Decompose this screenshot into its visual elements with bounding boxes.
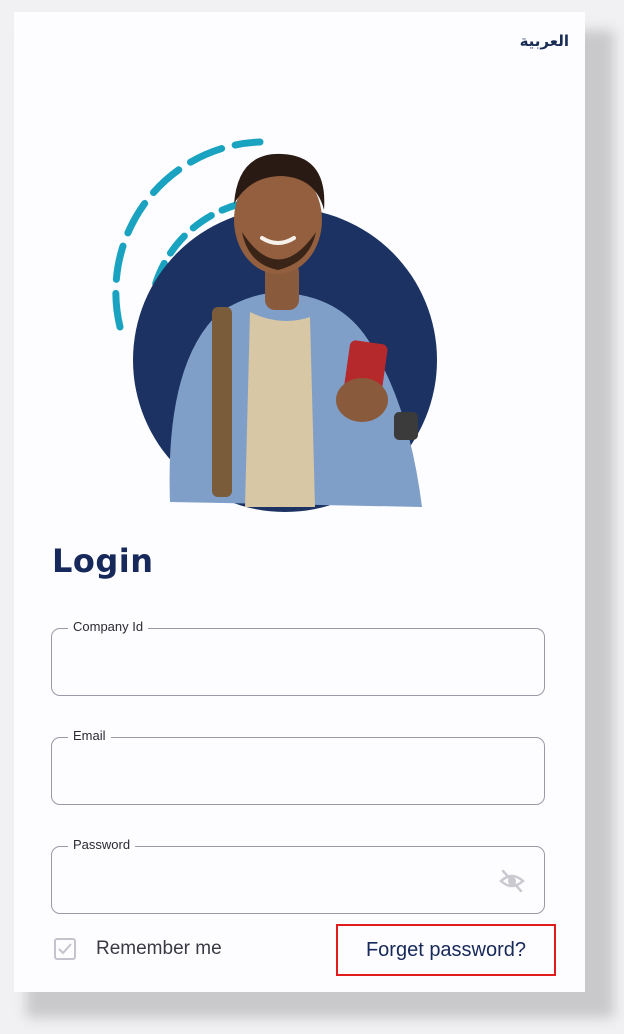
- login-title: Login: [52, 542, 154, 580]
- company-id-label: Company Id: [68, 619, 149, 634]
- password-label: Password: [68, 837, 136, 852]
- forgot-password-link[interactable]: Forget password?: [336, 924, 556, 976]
- hero-illustration: [112, 138, 437, 512]
- checkmark-icon: [58, 943, 72, 955]
- company-id-input[interactable]: [70, 649, 488, 679]
- email-input[interactable]: [70, 758, 488, 788]
- language-toggle-link[interactable]: العربية: [520, 32, 569, 50]
- password-input[interactable]: [70, 867, 488, 897]
- remember-me-label: Remember me: [96, 938, 222, 959]
- remember-me-checkbox[interactable]: [54, 938, 76, 960]
- company-id-field[interactable]: Company Id: [51, 619, 545, 696]
- password-field[interactable]: Password: [51, 837, 545, 914]
- remember-me: Remember me: [54, 938, 222, 960]
- forgot-password-text: Forget password?: [365, 938, 527, 961]
- email-label: Email: [68, 728, 111, 743]
- login-screen: العربية Login Company Id Email Password …: [14, 12, 585, 992]
- email-field[interactable]: Email: [51, 728, 545, 805]
- eye-off-icon[interactable]: [498, 867, 526, 895]
